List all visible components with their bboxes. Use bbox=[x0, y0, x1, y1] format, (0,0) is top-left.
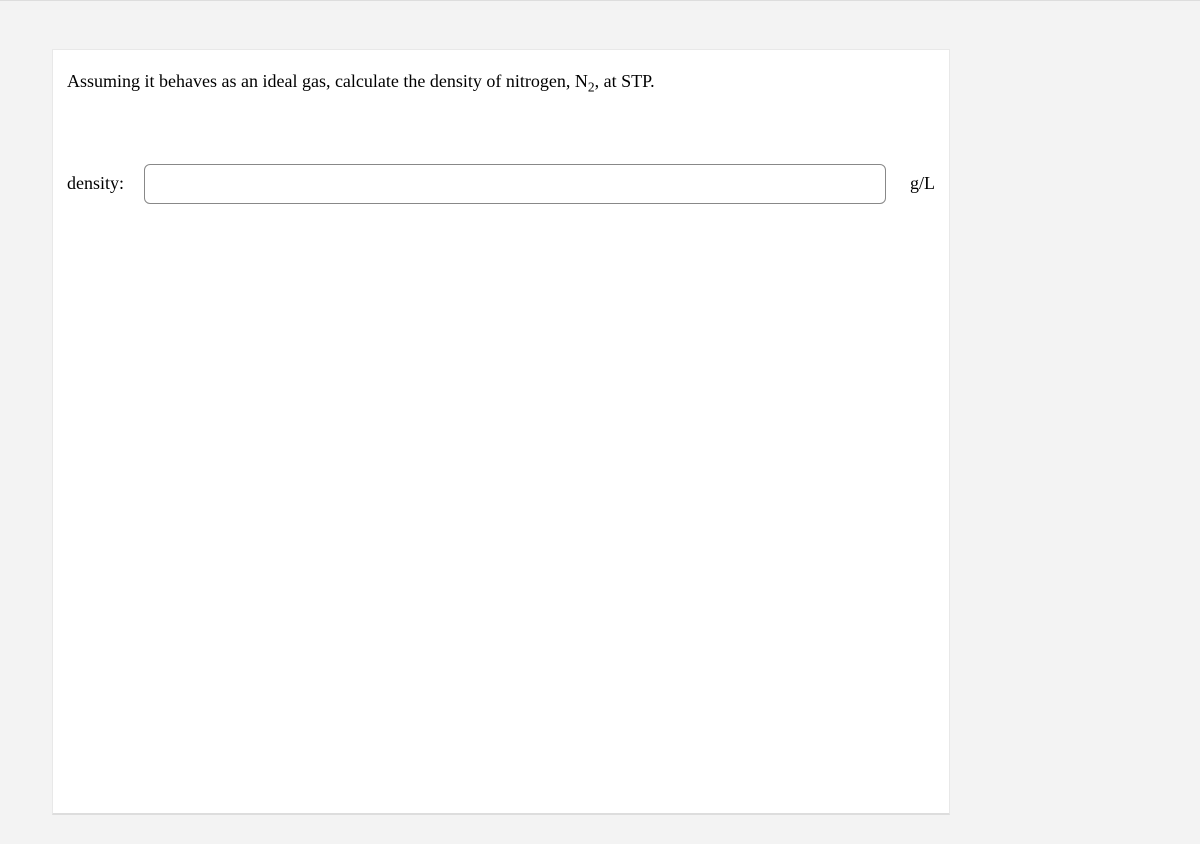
answer-unit: g/L bbox=[910, 173, 935, 194]
question-subscript: 2 bbox=[588, 80, 595, 95]
question-card: Assuming it behaves as an ideal gas, cal… bbox=[52, 49, 950, 815]
question-prefix: Assuming it behaves as an ideal gas, cal… bbox=[67, 71, 588, 91]
answer-label: density: bbox=[67, 173, 124, 194]
question-suffix: , at STP. bbox=[595, 71, 655, 91]
question-text: Assuming it behaves as an ideal gas, cal… bbox=[67, 68, 935, 98]
answer-row: density: g/L bbox=[67, 164, 935, 204]
density-input[interactable] bbox=[144, 164, 886, 204]
